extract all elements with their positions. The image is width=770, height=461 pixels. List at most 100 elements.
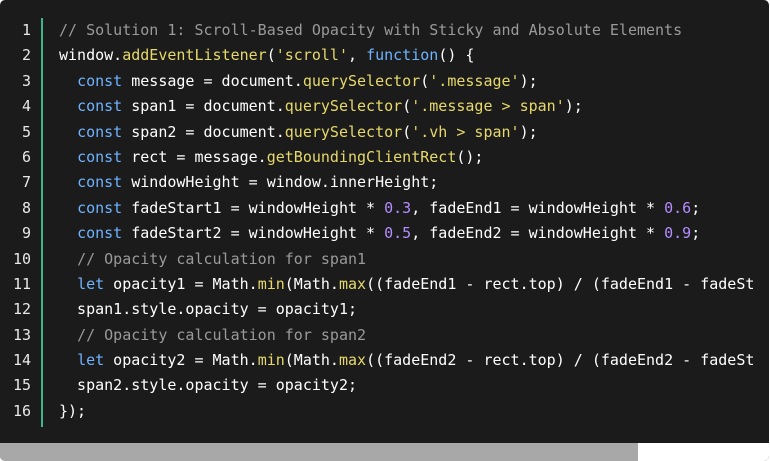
code-token: fadeStart2 = windowHeight * xyxy=(122,224,385,243)
code-token: 0.6 xyxy=(664,198,692,217)
code-token: ( xyxy=(420,71,430,90)
code-token: (Math. xyxy=(284,351,339,370)
code-line: let opacity2 = Math.min(Math.max((fadeEn… xyxy=(59,348,769,373)
code-line: const span2 = document.querySelector('.v… xyxy=(59,120,769,145)
code-token: addEventListener xyxy=(122,46,267,65)
code-line: const fadeStart1 = windowHeight * 0.3, f… xyxy=(59,196,769,221)
code-token: opacity1 = Math. xyxy=(104,274,258,293)
code-token: span1.style.opacity = opacity1; xyxy=(59,300,358,319)
code-token: 0.5 xyxy=(384,224,412,243)
code-token: () { xyxy=(438,46,475,65)
code-token: , fadeEnd1 = windowHeight * xyxy=(411,198,665,217)
code-token: const xyxy=(77,71,123,90)
code-token: querySelector xyxy=(284,97,403,116)
code-line: span2.style.opacity = opacity2; xyxy=(59,373,769,398)
code-token: , xyxy=(348,46,367,65)
code-line: }); xyxy=(59,399,769,424)
code-line: window.addEventListener('scroll', functi… xyxy=(59,43,769,68)
code-token: 0.9 xyxy=(664,224,692,243)
code-token: const xyxy=(77,97,123,116)
code-line: let opacity1 = Math.min(Math.max((fadeEn… xyxy=(59,272,769,297)
code-editor: 1 2 3 4 5 6 7 8 9 10 11 12 13 14 15 16 // Solution 1: S… xyxy=(0,0,769,461)
line-number: 8 xyxy=(21,198,31,217)
line-number: 1 xyxy=(21,21,31,39)
code-token: ((fadeEnd1 - rect.top) / (fadeEnd1 - fad… xyxy=(366,274,755,293)
line-number-gutter: 1 2 3 4 5 6 7 8 9 10 11 12 13 14 15 16 xyxy=(0,18,41,424)
code-token: , fadeEnd2 = windowHeight * xyxy=(411,224,665,243)
line-number: 6 xyxy=(21,147,31,166)
code-token: ( xyxy=(402,122,412,141)
code-line: span1.style.opacity = opacity1; xyxy=(59,297,769,322)
code-token: max xyxy=(338,274,367,293)
code-token: ((fadeEnd2 - rect.top) / (fadeEnd2 - fad… xyxy=(366,351,755,370)
code-token: let xyxy=(77,274,105,293)
code-token: ( xyxy=(266,46,276,65)
code-token: // Solution 1: Scroll-Based Opacity with… xyxy=(59,21,683,39)
code-token: span2 = document. xyxy=(122,122,285,141)
code-token: span1 = document. xyxy=(122,97,285,116)
code-token: const xyxy=(77,173,123,192)
code-line: // Opacity calculation for span1 xyxy=(59,247,769,272)
code-token: span2.style.opacity = opacity2; xyxy=(59,376,358,395)
code-token: window. xyxy=(59,46,123,65)
code-token: const xyxy=(77,147,123,166)
line-number: 14 xyxy=(12,351,31,370)
code-token: '.message' xyxy=(429,71,520,90)
code-token: }); xyxy=(59,401,87,420)
code-token: getBoundingClientRect xyxy=(266,147,457,166)
horizontal-scrollbar[interactable] xyxy=(0,443,769,461)
code-token: ( xyxy=(402,97,412,116)
code-line: const fadeStart2 = windowHeight * 0.5, f… xyxy=(59,221,769,246)
code-line: const message = document.querySelector('… xyxy=(59,69,769,94)
code-token: (); xyxy=(456,147,484,166)
line-number: 2 xyxy=(21,46,31,65)
code-token: min xyxy=(257,274,285,293)
code-token: 'scroll' xyxy=(275,46,348,65)
code-token: windowHeight = window.innerHeight; xyxy=(122,173,439,192)
code-token: '.message > span' xyxy=(411,97,565,116)
line-number: 15 xyxy=(12,376,31,395)
line-number: 12 xyxy=(12,300,31,319)
line-number: 9 xyxy=(21,224,31,243)
code-token: ; xyxy=(691,198,701,217)
code-token: rect = message. xyxy=(122,147,267,166)
code-token: const xyxy=(77,198,123,217)
code-token: // Opacity calculation for span1 xyxy=(77,249,367,268)
code-token: querySelector xyxy=(302,71,421,90)
code-token: let xyxy=(77,351,105,370)
line-number: 4 xyxy=(21,97,31,116)
code-token: ; xyxy=(691,224,701,243)
code-token: 0.3 xyxy=(384,198,412,217)
gutter-accent-bar xyxy=(41,18,43,427)
code-line: // Opacity calculation for span2 xyxy=(59,323,769,348)
line-number: 3 xyxy=(21,71,31,90)
code-token: const xyxy=(77,122,123,141)
code-token: ); xyxy=(519,71,538,90)
line-number: 10 xyxy=(12,249,31,268)
code-line: const span1 = document.querySelector('.m… xyxy=(59,94,769,119)
line-number: 11 xyxy=(12,274,31,293)
code-token: // Opacity calculation for span2 xyxy=(77,325,367,344)
code-token: querySelector xyxy=(284,122,403,141)
scrollbar-thumb[interactable] xyxy=(0,443,639,461)
line-number: 13 xyxy=(12,325,31,344)
line-number: 5 xyxy=(21,122,31,141)
code-token: function xyxy=(366,46,439,65)
code-content[interactable]: // Solution 1: Scroll-Based Opacity with… xyxy=(59,18,769,424)
code-token: '.vh > span' xyxy=(411,122,520,141)
code-token: fadeStart1 = windowHeight * xyxy=(122,198,385,217)
code-token: max xyxy=(338,351,367,370)
code-line: const rect = message.getBoundingClientRe… xyxy=(59,145,769,170)
code-token: message = document. xyxy=(122,71,303,90)
code-token: opacity2 = Math. xyxy=(104,351,258,370)
line-number: 7 xyxy=(21,173,31,192)
